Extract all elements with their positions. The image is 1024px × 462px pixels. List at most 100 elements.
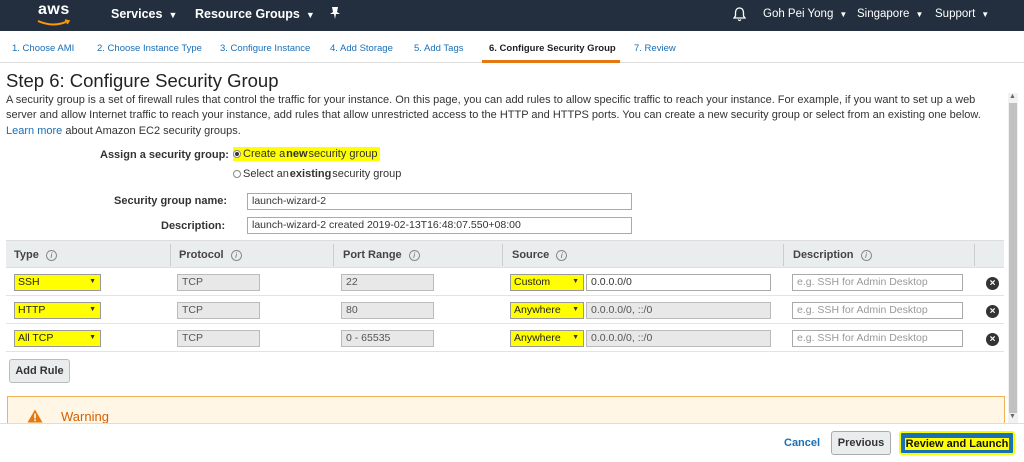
radio-new-pre: Create a <box>243 148 286 160</box>
column-divider <box>170 244 171 266</box>
type-value: HTTP <box>18 304 46 316</box>
aws-logo[interactable]: aws <box>34 1 76 29</box>
header-port-range: Port Range i <box>343 249 420 261</box>
step-choose-instance-type[interactable]: 2. Choose Instance Type <box>97 43 202 54</box>
step-choose-ami[interactable]: 1. Choose AMI <box>12 43 74 54</box>
header-type-text: Type <box>14 249 39 261</box>
services-menu[interactable]: Services ▼ <box>111 7 177 21</box>
type-value: All TCP <box>18 332 54 344</box>
source-value: Anywhere <box>514 304 561 316</box>
rule-description-input[interactable]: e.g. SSH for Admin Desktop <box>792 330 963 347</box>
warning-title: Warning <box>61 409 109 424</box>
user-menu[interactable]: Goh Pei Yong ▼ <box>763 8 847 20</box>
resource-groups-menu[interactable]: Resource Groups ▼ <box>195 7 315 21</box>
radio-new-post: security group <box>308 148 378 160</box>
info-icon[interactable]: i <box>230 249 242 261</box>
chevron-down-icon: ▼ <box>89 334 96 341</box>
user-name: Goh Pei Yong <box>763 8 834 20</box>
rule-description-input[interactable]: e.g. SSH for Admin Desktop <box>792 274 963 291</box>
cidr-input: 0.0.0.0/0, ::/0 <box>586 302 771 319</box>
vertical-scrollbar[interactable]: ▲ ▼ <box>1008 93 1018 423</box>
chevron-down-icon: ▼ <box>572 334 579 341</box>
step-configure-security-group[interactable]: 6. Configure Security Group <box>489 43 616 54</box>
aws-smile-icon <box>37 19 71 26</box>
source-value: Anywhere <box>514 332 561 344</box>
protocol-field: TCP <box>177 274 260 291</box>
source-select[interactable]: Anywhere ▼ <box>510 302 584 319</box>
chevron-down-icon: ▼ <box>981 10 990 19</box>
step-add-storage[interactable]: 4. Add Storage <box>330 43 393 54</box>
services-menu-label: Services <box>111 7 163 21</box>
radio-button-selected[interactable] <box>233 150 241 158</box>
radio-new-bold: new <box>286 148 308 160</box>
previous-button[interactable]: Previous <box>831 431 891 455</box>
region-name: Singapore <box>857 8 910 20</box>
delete-rule-icon[interactable]: × <box>986 277 999 290</box>
scrollbar-thumb[interactable] <box>1009 103 1017 413</box>
assign-group-label: Assign a security group: <box>100 149 229 161</box>
resource-groups-label: Resource Groups <box>195 7 300 21</box>
cidr-input[interactable]: 0.0.0.0/0 <box>586 274 771 291</box>
rules-table-header: Type i Protocol i Port Range i Source i Desc… <box>6 240 1004 268</box>
radio-button-unselected[interactable] <box>233 170 241 178</box>
pin-icon[interactable] <box>329 6 341 23</box>
protocol-field: TCP <box>177 330 260 347</box>
type-select[interactable]: SSH ▼ <box>14 274 101 291</box>
chevron-down-icon: ▼ <box>572 306 579 313</box>
type-select[interactable]: HTTP ▼ <box>14 302 101 319</box>
table-row: All TCP ▼ TCP 0 - 65535 Anywhere ▼ 0.0.0.0… <box>6 325 1004 352</box>
step-configure-instance[interactable]: 3. Configure Instance <box>220 43 310 54</box>
radio-existing-post: security group <box>332 168 402 180</box>
step-review[interactable]: 7. Review <box>634 43 676 54</box>
support-menu[interactable]: Support ▼ <box>935 8 989 20</box>
chevron-down-icon: ▼ <box>839 10 848 19</box>
info-icon[interactable]: i <box>408 249 420 261</box>
column-divider <box>333 244 334 266</box>
add-rule-button[interactable]: Add Rule <box>9 359 70 383</box>
page-title: Step 6: Configure Security Group <box>6 70 279 91</box>
security-group-name-input[interactable]: launch-wizard-2 <box>247 193 632 210</box>
port-range-field: 22 <box>341 274 434 291</box>
rule-description-input[interactable]: e.g. SSH for Admin Desktop <box>792 302 963 319</box>
type-value: SSH <box>18 276 40 288</box>
description-input[interactable]: launch-wizard-2 created 2019-02-13T16:48… <box>247 217 632 234</box>
chevron-down-icon: ▼ <box>305 10 315 20</box>
table-row: HTTP ▼ TCP 80 Anywhere ▼ 0.0.0.0/0, ::/0 e… <box>6 297 1004 324</box>
header-port-range-text: Port Range <box>343 249 402 261</box>
column-divider <box>502 244 503 266</box>
header-description: Description i <box>793 249 872 261</box>
chevron-down-icon: ▼ <box>915 10 924 19</box>
chevron-down-icon: ▼ <box>168 10 178 20</box>
header-protocol: Protocol i <box>179 249 242 261</box>
learn-more-link[interactable]: Learn more <box>6 125 62 137</box>
info-icon[interactable]: i <box>860 249 872 261</box>
info-icon[interactable]: i <box>556 249 568 261</box>
protocol-field: TCP <box>177 302 260 319</box>
header-description-text: Description <box>793 249 854 261</box>
scroll-down-icon[interactable]: ▼ <box>1009 413 1016 420</box>
review-and-launch-button[interactable]: Review and Launch <box>899 431 1015 455</box>
delete-rule-icon[interactable]: × <box>986 333 999 346</box>
scroll-up-icon[interactable]: ▲ <box>1009 93 1016 100</box>
type-select[interactable]: All TCP ▼ <box>14 330 101 347</box>
step-add-tags[interactable]: 5. Add Tags <box>414 43 463 54</box>
header-protocol-text: Protocol <box>179 249 224 261</box>
source-select[interactable]: Custom ▼ <box>510 274 584 291</box>
chevron-down-icon: ▼ <box>89 278 96 285</box>
chevron-down-icon: ▼ <box>89 306 96 313</box>
radio-create-new-group[interactable]: Create a new security group <box>233 147 380 161</box>
delete-rule-icon[interactable]: × <box>986 305 999 318</box>
aws-logo-text: aws <box>38 1 70 18</box>
bell-icon[interactable] <box>732 7 747 25</box>
active-step-indicator <box>482 60 620 63</box>
header-source: Source i <box>512 249 568 261</box>
cancel-link[interactable]: Cancel <box>784 437 820 449</box>
region-menu[interactable]: Singapore ▼ <box>857 8 923 20</box>
description-label: Description: <box>161 220 226 232</box>
info-icon[interactable]: i <box>45 249 57 261</box>
review-and-launch-label: Review and Launch <box>904 438 1010 450</box>
top-navigation-bar: aws Services ▼ Resource Groups ▼ Goh Pei Y… <box>0 0 1024 31</box>
radio-select-existing-group[interactable]: Select an existing security group <box>233 168 401 180</box>
source-value: Custom <box>514 276 551 288</box>
source-select[interactable]: Anywhere ▼ <box>510 330 584 347</box>
